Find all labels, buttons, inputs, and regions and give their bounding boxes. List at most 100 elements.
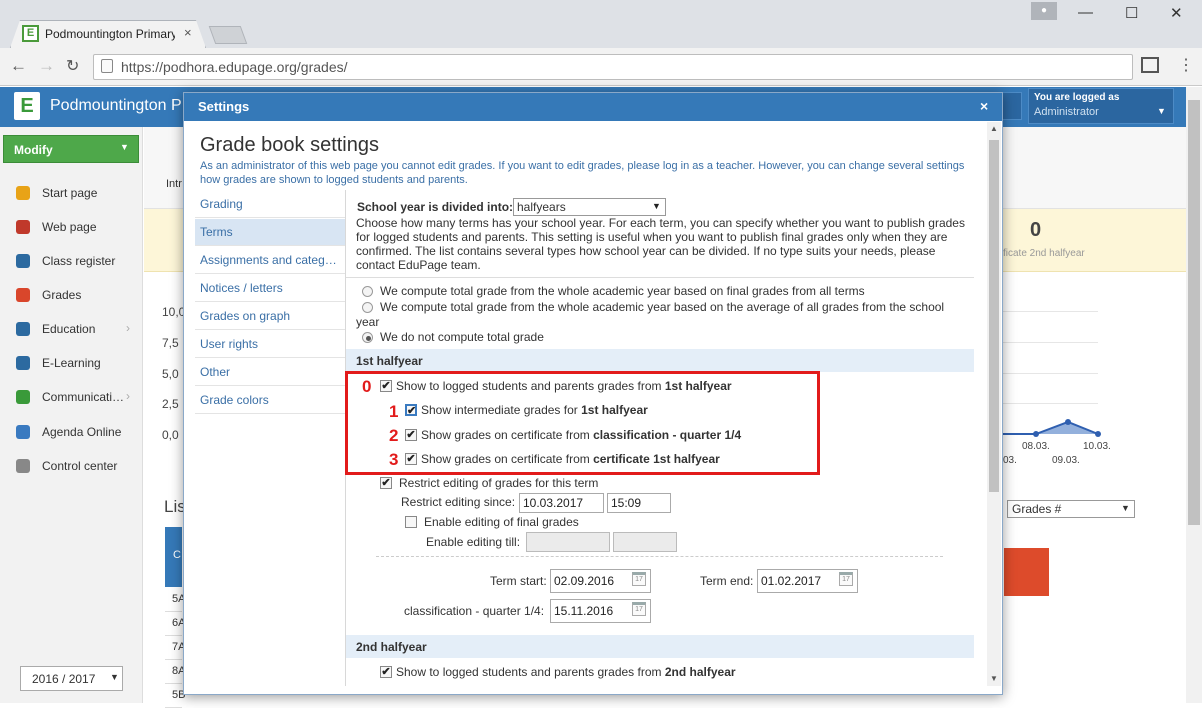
scroll-down-icon[interactable]: ▼	[990, 674, 998, 683]
division-description: Choose how many terms has your school ye…	[356, 216, 965, 272]
stat-value: 0	[1030, 219, 1042, 241]
y-tick-label: 5,0	[162, 367, 179, 381]
sidebar-item[interactable]: Agenda Online	[0, 415, 142, 449]
school-year-select[interactable]: 2016 / 2017	[20, 666, 123, 691]
division-label: School year is divided into:	[357, 200, 514, 214]
enable-till-time-input[interactable]	[613, 532, 677, 552]
restrict-time-input[interactable]: 15:09	[607, 493, 671, 513]
sidebar-item-label: Communicati…	[42, 390, 125, 404]
page-info-icon[interactable]	[101, 59, 113, 73]
nav-notices[interactable]: Notices / letters	[195, 275, 345, 302]
nav-user-rights[interactable]: User rights	[195, 331, 345, 358]
enable-till-date-input[interactable]	[526, 532, 610, 552]
edupage-logo-icon[interactable]: E	[14, 92, 40, 120]
checkbox-enable-final-label: Enable editing of final grades	[424, 515, 579, 529]
maximize-icon[interactable]: ☐	[1125, 4, 1138, 22]
sidebar-item[interactable]: E-Learning	[0, 346, 142, 380]
table-row[interactable]: 6A	[165, 612, 185, 636]
y-tick-label: 0,0	[162, 428, 179, 442]
chevron-down-icon: ▼	[110, 672, 119, 682]
table-row[interactable]: 7A	[165, 636, 185, 660]
sidebar-item[interactable]: Communicati… ›	[0, 380, 142, 414]
grade-bar	[1004, 548, 1049, 596]
new-tab-button[interactable]	[208, 26, 248, 44]
sidebar-item-label: E-Learning	[42, 356, 101, 370]
radio-no-total-label: We do not compute total grade	[380, 330, 544, 344]
back-arrow-icon[interactable]: ←	[10, 56, 27, 76]
sidebar-item[interactable]: Education ›	[0, 312, 142, 346]
control-icon	[16, 459, 30, 473]
chevron-right-icon: ›	[126, 321, 130, 335]
tab-close-icon[interactable]: ×	[184, 25, 192, 40]
sidebar-item[interactable]: Class register	[0, 244, 142, 278]
quarter-date-input[interactable]: 15.11.2016 17	[550, 599, 651, 623]
section-1st-halfyear: 1st halfyear	[346, 349, 974, 372]
school-name[interactable]: Podmountington P	[50, 97, 182, 115]
nav-terms[interactable]: Terms	[195, 219, 345, 246]
divider	[346, 277, 974, 278]
toolbar-item[interactable]: Intr	[166, 178, 182, 190]
nav-grading[interactable]: Grading	[195, 191, 345, 218]
dialog-header	[184, 93, 1002, 121]
restrict-since-label: Restrict editing since:	[401, 495, 516, 509]
sidebar-item[interactable]: Control center	[0, 449, 142, 483]
sidebar-item-label: Agenda Online	[42, 425, 122, 439]
term-start-input[interactable]: 02.09.2016 17	[550, 569, 651, 593]
restrict-date-input[interactable]: 10.03.2017	[519, 493, 604, 513]
logged-as-label: You are logged as	[1034, 92, 1120, 103]
page-title: Grade book settings	[200, 134, 379, 156]
grades-select[interactable]: Grades #	[1007, 500, 1135, 518]
calendar-icon[interactable]: 17	[839, 572, 853, 586]
reload-icon[interactable]: ↻	[66, 56, 79, 76]
checkbox-restrict-editing-label: Restrict editing of grades for this term	[399, 476, 599, 490]
chart-gridline	[996, 342, 1098, 343]
section-2nd-halfyear: 2nd halfyear	[346, 635, 974, 658]
admin-note: As an administrator of this web page you…	[200, 160, 965, 186]
sidebar-item[interactable]: Web page	[0, 210, 142, 244]
logged-user-name: Administrator	[1034, 106, 1099, 118]
table-header: C	[165, 527, 182, 587]
calendar-icon[interactable]: 17	[632, 572, 646, 586]
checkbox-enable-final[interactable]	[405, 516, 417, 528]
radio-average-grades-label: We compute total grade from the whole ac…	[356, 300, 945, 329]
sidebar-item-label: Class register	[42, 254, 116, 268]
nav-grade-colors[interactable]: Grade colors	[195, 387, 345, 414]
agenda-icon	[16, 425, 30, 439]
header-button[interactable]	[1000, 92, 1022, 120]
radio-final-grades[interactable]	[362, 286, 373, 297]
table-row[interactable]: 5B	[165, 684, 185, 708]
browser-menu-icon[interactable]: ⋮	[1178, 55, 1194, 75]
cast-icon[interactable]	[1141, 57, 1159, 73]
table-row[interactable]: 8A	[165, 660, 185, 684]
scroll-up-icon[interactable]: ▲	[990, 124, 998, 133]
dialog-close-icon[interactable]: ×	[980, 98, 988, 114]
sidebar-item-label: Grades	[42, 288, 82, 302]
calendar-icon[interactable]: 17	[632, 602, 646, 616]
chart-point	[1095, 431, 1101, 437]
chart-gridline	[996, 373, 1098, 374]
nav-assignments[interactable]: Assignments and categ…	[195, 247, 345, 274]
checkbox-restrict-editing[interactable]	[380, 477, 392, 489]
table-row[interactable]: 5A	[165, 588, 185, 612]
chevron-down-icon: ▼	[1121, 503, 1130, 513]
window-close-icon[interactable]: ✕	[1170, 4, 1183, 22]
nav-grades-on-graph[interactable]: Grades on graph	[195, 303, 345, 330]
checkbox-show-2nd-halfyear[interactable]	[380, 666, 392, 678]
chevron-down-icon[interactable]: ▼	[1157, 106, 1166, 116]
page-scrollbar-thumb[interactable]	[1188, 100, 1200, 525]
profile-icon[interactable]: ●	[1031, 2, 1057, 20]
sidebar-item-label: Control center	[42, 459, 118, 473]
sidebar-item[interactable]: Start page	[0, 176, 142, 210]
web-icon	[16, 220, 30, 234]
dialog-scrollbar-thumb[interactable]	[989, 140, 999, 492]
nav-other[interactable]: Other	[195, 359, 345, 386]
sidebar-item[interactable]: Grades	[0, 278, 142, 312]
sidebar-item-label: Start page	[42, 186, 98, 200]
radio-no-total[interactable]	[362, 332, 373, 343]
forward-arrow-icon[interactable]: →	[38, 56, 55, 76]
term-end-input[interactable]: 01.02.2017 17	[757, 569, 858, 593]
division-select[interactable]: halfyears	[513, 198, 666, 216]
modify-button[interactable]: Modify	[3, 135, 139, 163]
minimize-icon[interactable]: —	[1078, 4, 1093, 21]
elearning-icon	[16, 356, 30, 370]
